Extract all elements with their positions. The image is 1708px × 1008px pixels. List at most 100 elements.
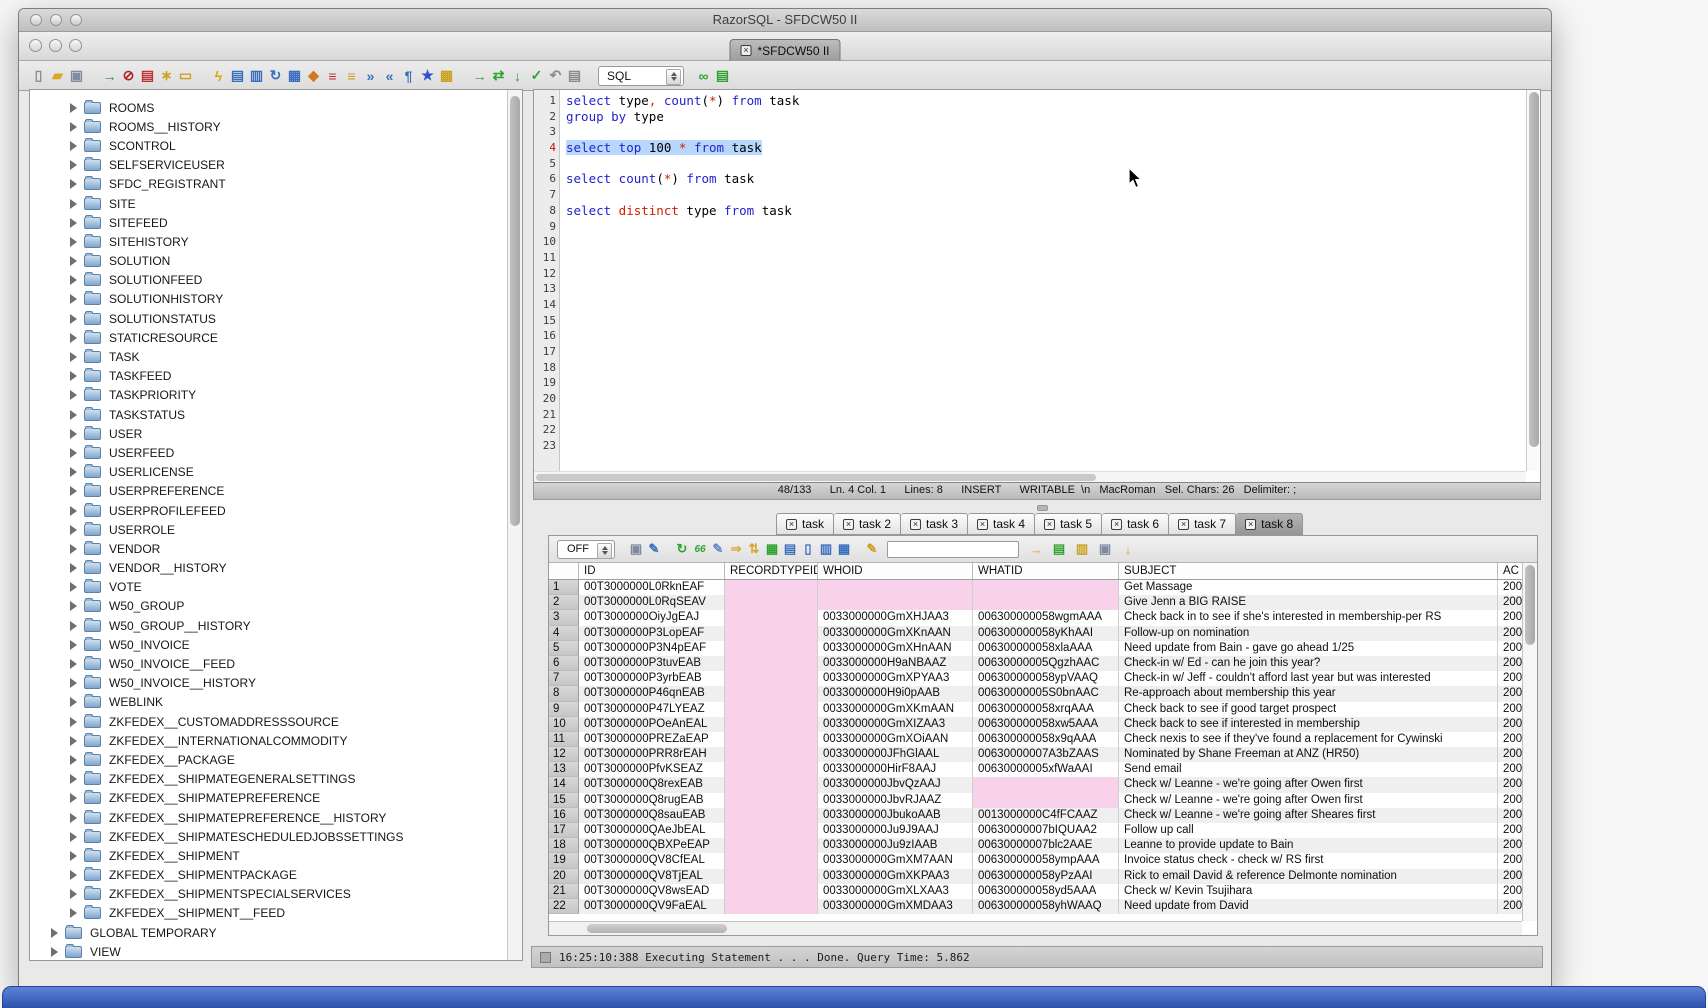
tree-item-global-temporary[interactable]: GLOBAL TEMPORARY	[30, 923, 507, 942]
disclosure-triangle-icon[interactable]	[70, 314, 77, 324]
close-result-tab-icon[interactable]: ×	[910, 519, 921, 530]
tree-item-vendor[interactable]: VENDOR	[30, 539, 507, 558]
cell-whatid[interactable]: 00630000007bIQUAA2	[973, 823, 1119, 838]
disclosure-triangle-icon[interactable]	[70, 774, 77, 784]
cell-subject[interactable]: Rick to email David & reference Delmonte…	[1119, 869, 1498, 884]
cell-subject[interactable]: Re-approach about membership this year	[1119, 686, 1498, 701]
cell-ac[interactable]: 200	[1498, 747, 1522, 762]
generate-sql-icon[interactable]: ▥	[247, 66, 266, 85]
cell-recordtypeid[interactable]	[725, 884, 818, 899]
cell-whoid[interactable]: 0033000000GmXOiAAN	[818, 732, 973, 747]
tree-item-w50-group-history[interactable]: W50_GROUP__HISTORY	[30, 616, 507, 635]
cell-recordtypeid[interactable]	[725, 671, 818, 686]
close-result-tab-icon[interactable]: ×	[786, 519, 797, 530]
column-header-recordtypeid[interactable]: RECORDTYPEID	[725, 563, 818, 579]
cell-recordtypeid[interactable]	[725, 717, 818, 732]
grid-view-icon[interactable]: ▤	[781, 540, 799, 558]
cell-subject[interactable]: Check w/ Leanne - we're going after Owen…	[1119, 793, 1498, 808]
cell-ac[interactable]: 200	[1498, 641, 1522, 656]
cell-whatid[interactable]: 006300000058xlaAAA	[973, 641, 1119, 656]
disclosure-triangle-icon[interactable]	[70, 544, 77, 554]
disclosure-triangle-icon[interactable]	[70, 352, 77, 362]
export-table-icon[interactable]: ▦	[437, 66, 456, 85]
cell-whoid[interactable]: 0033000000Ju9J9AAJ	[818, 823, 973, 838]
results-hscroll-thumb[interactable]	[587, 924, 727, 933]
describe-table-icon[interactable]: ▤	[228, 66, 247, 85]
cell-whatid[interactable]	[973, 580, 1119, 595]
copy-table-icon[interactable]: ▤	[138, 66, 157, 85]
cell-recordtypeid[interactable]	[725, 595, 818, 610]
disclosure-triangle-icon[interactable]	[70, 333, 77, 343]
cell-whatid[interactable]	[973, 777, 1119, 792]
result-tab-task[interactable]: ×task	[776, 513, 834, 535]
cell-id[interactable]: 00T3000000Q8rugEAB	[579, 793, 725, 808]
code-line-14[interactable]	[566, 297, 1526, 313]
edit-grid-icon[interactable]: ▥	[1073, 540, 1091, 558]
run-statement-icon[interactable]: →	[470, 66, 489, 85]
disclosure-triangle-icon[interactable]	[70, 755, 77, 765]
row-number-cell[interactable]: 3	[549, 610, 579, 625]
cell-recordtypeid[interactable]	[725, 656, 818, 671]
code-line-7[interactable]	[566, 187, 1526, 203]
cell-ac[interactable]: 200	[1498, 717, 1522, 732]
cell-subject[interactable]: Follow up call	[1119, 823, 1498, 838]
cell-whoid[interactable]	[818, 595, 973, 610]
code-line-3[interactable]	[566, 124, 1526, 140]
tree-item-zkfedex-shipmategeneralsettings[interactable]: ZKFEDEX__SHIPMATEGENERALSETTINGS	[30, 770, 507, 789]
refresh-schema-icon[interactable]: ↻	[266, 66, 285, 85]
disclosure-triangle-icon[interactable]	[70, 678, 77, 688]
tree-item-zkfedex-internationalcommodity[interactable]: ZKFEDEX__INTERNATIONALCOMMODITY	[30, 731, 507, 750]
disclosure-triangle-icon[interactable]	[70, 160, 77, 170]
cell-whoid[interactable]: 0033000000Ju9zIAAB	[818, 838, 973, 853]
code-line-8[interactable]: select distinct type from task	[566, 203, 1526, 219]
results-search-input[interactable]	[887, 541, 1019, 558]
cell-recordtypeid[interactable]	[725, 686, 818, 701]
cell-ac[interactable]: 200	[1498, 702, 1522, 717]
cell-subject[interactable]: Check-in w/ Ed - can he join this year?	[1119, 656, 1498, 671]
tree-item-scontrol[interactable]: SCONTROL	[30, 136, 507, 155]
create-object-icon[interactable]: ∗	[157, 66, 176, 85]
tree-item-user[interactable]: USER	[30, 424, 507, 443]
code-line-16[interactable]	[566, 328, 1526, 344]
tree-item-weblink[interactable]: WEBLINK	[30, 693, 507, 712]
cell-id[interactable]: 00T3000000QV8wsEAD	[579, 884, 725, 899]
row-number-cell[interactable]: 2	[549, 595, 579, 610]
cell-recordtypeid[interactable]	[725, 793, 818, 808]
tree-item-userprofilefeed[interactable]: USERPROFILEFEED	[30, 501, 507, 520]
cell-id[interactable]: 00T3000000P3tuvEAB	[579, 656, 725, 671]
row-number-cell[interactable]: 20	[549, 869, 579, 884]
disclosure-triangle-icon[interactable]	[70, 486, 77, 496]
tree-item-userpreference[interactable]: USERPREFERENCE	[30, 482, 507, 501]
disclosure-triangle-icon[interactable]	[70, 122, 77, 132]
row-number-cell[interactable]: 6	[549, 656, 579, 671]
cell-subject[interactable]: Leanne to provide update to Bain	[1119, 838, 1498, 853]
disclosure-triangle-icon[interactable]	[70, 717, 77, 727]
zoom-window-icon[interactable]	[70, 14, 82, 26]
view-cell-icon[interactable]: 66	[691, 540, 709, 558]
code-line-13[interactable]	[566, 281, 1526, 297]
close-result-tab-icon[interactable]: ×	[1044, 519, 1055, 530]
close-tab-icon[interactable]: ×	[740, 45, 751, 56]
cell-id[interactable]: 00T3000000OiyJgEAJ	[579, 610, 725, 625]
editor-vertical-scrollbar[interactable]	[1526, 90, 1540, 471]
cell-recordtypeid[interactable]	[725, 838, 818, 853]
disconnect-icon[interactable]: ⊘	[119, 66, 138, 85]
cell-whatid[interactable]: 00630000007A3bZAAS	[973, 747, 1119, 762]
cell-subject[interactable]: Invoice status check - check w/ RS first	[1119, 853, 1498, 868]
result-tab-task-7[interactable]: ×task 7	[1169, 513, 1236, 535]
cell-recordtypeid[interactable]	[725, 702, 818, 717]
row-number-cell[interactable]: 21	[549, 884, 579, 899]
column-header-whoid[interactable]: WHOID	[818, 563, 973, 579]
cell-whatid[interactable]: 006300000058xw5AAA	[973, 717, 1119, 732]
connect-icon[interactable]: →	[100, 66, 119, 85]
disclosure-triangle-icon[interactable]	[70, 390, 77, 400]
new-file-icon[interactable]: ▯	[29, 66, 48, 85]
code-line-5[interactable]	[566, 156, 1526, 172]
open-file-icon[interactable]: ▰	[48, 66, 67, 85]
favorites-icon[interactable]: ★	[418, 66, 437, 85]
row-number-cell[interactable]: 4	[549, 626, 579, 641]
tree-item-w50-group[interactable]: W50_GROUP	[30, 597, 507, 616]
results-vscroll-thumb[interactable]	[1525, 565, 1535, 645]
disclosure-triangle-icon[interactable]	[70, 410, 77, 420]
cell-whoid[interactable]: 0033000000GmXMDAA3	[818, 899, 973, 914]
